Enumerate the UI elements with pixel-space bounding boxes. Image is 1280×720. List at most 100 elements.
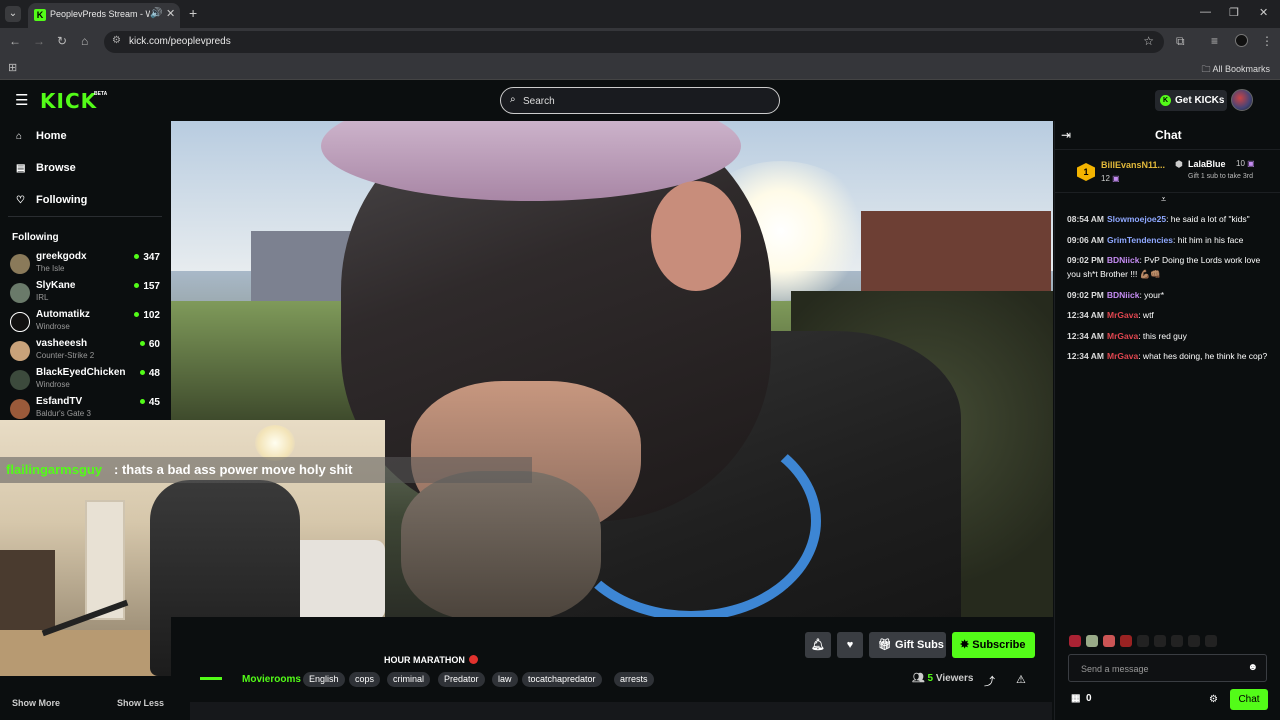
show-less-button[interactable]: Show Less (117, 698, 164, 708)
channel-avatar (10, 370, 30, 390)
sidebar-item-home[interactable]: ⌂ Home (16, 130, 67, 142)
stream-title-text: HOUR MARATHON (384, 655, 465, 665)
gift-subs-button[interactable]: 🎁︎ Gift Subs (869, 632, 946, 658)
subscribe-button[interactable]: ✸ Subscribe (952, 632, 1035, 658)
sidebar-item-following[interactable]: ♡ Following (16, 194, 87, 206)
profile-icon[interactable] (1235, 34, 1248, 47)
all-bookmarks-label: All Bookmarks (1212, 64, 1270, 74)
chat-username[interactable]: MrGava (1107, 351, 1138, 361)
url-text[interactable]: kick.com/peoplevpreds (129, 36, 231, 47)
bookmark-star-icon[interactable]: ☆ (1143, 34, 1154, 48)
minimize-icon[interactable]: — (1200, 6, 1211, 18)
close-tab-icon[interactable]: ✕ (166, 7, 175, 20)
sidebar-item-browse[interactable]: ▤ Browse (16, 162, 76, 174)
notification-bell-button[interactable]: 🔔︎ (805, 632, 831, 658)
second-gifter-count: 10 ▣ (1236, 159, 1255, 168)
kicks-coin-icon: K (1160, 95, 1171, 106)
star-burst-icon: ✸ (960, 639, 970, 651)
apps-grid-icon[interactable]: ⊞ (8, 61, 17, 74)
chat-text: : what hes doing, he think he cop? (1138, 351, 1268, 361)
all-bookmarks[interactable]: 🗀 All Bookmarks (1201, 62, 1270, 78)
sidebar-divider (8, 216, 162, 217)
chat-panel: ⇥ Chat 1 BillEvansN11... 12 ▣ ⬢ LalaBlue… (1054, 121, 1280, 720)
gift-icon: ▣ (1112, 174, 1120, 183)
browser-tab[interactable]: K PeoplevPreds Stream - Wat 🔊 ✕ (28, 3, 180, 28)
kicks-points[interactable]: ▦ 0 (1071, 693, 1092, 704)
get-kicks-button[interactable]: K Get KICKs (1155, 90, 1227, 111)
overlay-chat-user: flailingarmsguy (6, 462, 103, 477)
chat-username[interactable]: BDNiick (1107, 290, 1140, 300)
following-channel[interactable]: SlyKane IRL 157 (10, 279, 160, 306)
top-gifter-name[interactable]: BillEvansN11... (1101, 160, 1169, 170)
emote-icon[interactable] (1069, 635, 1081, 647)
chat-username[interactable]: BDNiick (1107, 255, 1140, 265)
gear-icon[interactable]: ⚙ (1209, 694, 1218, 705)
send-chat-button[interactable]: Chat (1230, 689, 1268, 710)
channel-name: Automatikz (36, 309, 90, 320)
category-link[interactable]: Movierooms (242, 674, 301, 685)
following-channel[interactable]: EsfandTV Baldur's Gate 3 45 (10, 395, 160, 422)
emote-icon[interactable] (1086, 635, 1098, 647)
search-input[interactable]: ⌕ Search (500, 87, 780, 114)
chat-input[interactable]: Send a message ☻ (1068, 654, 1267, 682)
chat-username[interactable]: GrimTendencies (1107, 235, 1173, 245)
following-channel[interactable]: greekgodx The Isle 347 (10, 250, 160, 277)
chat-message: 08:54 AM Slowmoejoe25: he said a lot of "… (1067, 212, 1272, 226)
heart-icon: ♥ (846, 639, 854, 651)
chat-username[interactable]: MrGava (1107, 310, 1138, 320)
chat-text: : your* (1139, 290, 1165, 300)
emote-icon[interactable] (1188, 635, 1200, 647)
new-tab-icon[interactable]: + (189, 5, 197, 21)
emote-icon[interactable] (1120, 635, 1132, 647)
collapse-chat-icon[interactable]: ⇥ (1061, 128, 1071, 142)
chat-timestamp: 09:02 PM (1067, 290, 1104, 300)
show-more-button[interactable]: Show More (12, 698, 60, 708)
chat-text: : wtf (1138, 310, 1154, 320)
maximize-icon[interactable]: ❐ (1229, 6, 1239, 19)
report-icon[interactable]: ⚠ (1016, 673, 1026, 686)
tag-chip[interactable]: law (492, 672, 518, 687)
second-gifter-name[interactable]: LalaBlue (1188, 159, 1226, 169)
below-video-strip (190, 702, 1052, 720)
tag-chip[interactable]: criminal (387, 672, 431, 687)
emote-icon[interactable] (1205, 635, 1217, 647)
following-channel[interactable]: vasheeesh Counter-Strike 2 60 (10, 337, 160, 364)
emote-icon[interactable] (1103, 635, 1115, 647)
tag-chip[interactable]: tocatchapredator (522, 672, 602, 687)
user-avatar[interactable] (1231, 89, 1253, 111)
reload-icon[interactable]: ↻ (57, 34, 67, 48)
tab-search-icon[interactable]: ⌄ (5, 6, 21, 22)
following-channel[interactable]: BlackEyedChicken Windrose 48 (10, 366, 160, 393)
back-icon[interactable]: ← (9, 34, 21, 48)
expand-pinned-icon[interactable]: ⩡ (1161, 194, 1166, 205)
kick-favicon-icon: K (34, 9, 46, 21)
menu-icon[interactable]: ⋮ (1261, 34, 1273, 48)
home-browser-icon[interactable]: ⌂ (81, 34, 88, 48)
follow-heart-button[interactable]: ♥ (837, 632, 863, 658)
kick-logo[interactable]: KICK (40, 89, 97, 113)
following-channel[interactable]: Automatikz Windrose 102 (10, 308, 160, 335)
emote-icon[interactable] (1137, 635, 1149, 647)
hamburger-menu-icon[interactable]: ☰ (15, 91, 28, 109)
close-window-icon[interactable]: ✕ (1259, 6, 1268, 19)
tag-chip[interactable]: Predator (438, 672, 485, 687)
tag-chip[interactable]: cops (349, 672, 381, 687)
site-info-icon[interactable]: ⚙ (112, 35, 121, 46)
chat-username[interactable]: MrGava (1107, 331, 1138, 341)
emote-icon[interactable] (1171, 635, 1183, 647)
emote-icon[interactable] (1154, 635, 1166, 647)
extensions-icon[interactable]: ⧉ (1176, 34, 1185, 49)
share-icon[interactable]: ⤴ (984, 673, 995, 689)
forward-icon[interactable]: → (33, 34, 45, 48)
omnibox[interactable]: ⚙ kick.com/peoplevpreds ☆ (104, 31, 1164, 53)
chat-message: 12:34 AM MrGava: this red guy (1067, 329, 1272, 343)
chat-username[interactable]: Slowmoejoe25 (1107, 214, 1166, 224)
audio-icon[interactable]: 🔊 (150, 8, 162, 19)
emoji-icon[interactable]: ☻ (1247, 662, 1258, 673)
gift-subs-label: Gift Subs (895, 639, 944, 651)
subscribe-label: Subscribe (972, 639, 1026, 651)
media-icon[interactable]: ≡ (1211, 34, 1218, 48)
tag-chip[interactable]: arrests (614, 672, 654, 687)
live-dot-icon (468, 655, 478, 664)
tag-chip[interactable]: English (303, 672, 345, 687)
